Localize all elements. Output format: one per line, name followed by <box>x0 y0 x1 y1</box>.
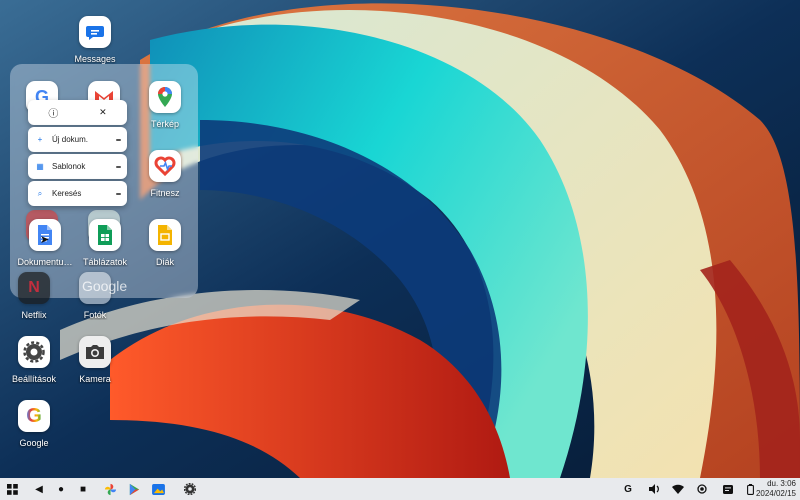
google-label: Google <box>19 438 49 448</box>
messages-label: Messages <box>74 54 116 64</box>
mouse-cursor-icon: ➤ <box>40 234 50 246</box>
settings-app[interactable]: Beállítások <box>2 336 66 384</box>
sheets-label: Táblázatok <box>82 257 128 267</box>
settings-icon <box>18 336 50 368</box>
photos-taskbar-icon[interactable] <box>102 478 118 500</box>
location-icon[interactable] <box>694 478 710 500</box>
docs-app[interactable]: Dokumentu… ➤ <box>13 219 77 267</box>
camera-icon <box>79 336 111 368</box>
drag-handle-icon[interactable] <box>116 165 121 168</box>
fit-app[interactable]: Fitnesz <box>133 150 197 198</box>
photos-icon <box>79 272 111 304</box>
context-menu-item-new-doc[interactable]: + Új dokum. <box>28 127 127 152</box>
netflix-app[interactable]: N Netflix <box>2 272 66 320</box>
drag-handle-icon[interactable] <box>116 138 121 141</box>
drag-handle-icon[interactable] <box>116 192 121 195</box>
camera-app[interactable]: Kamera <box>63 336 127 384</box>
play-store-icon[interactable] <box>126 478 142 500</box>
sheets-app[interactable]: Táblázatok <box>73 219 137 267</box>
netflix-icon: N <box>18 272 50 304</box>
settings-taskbar-icon[interactable] <box>182 478 198 500</box>
google-search-icon[interactable]: G <box>620 478 636 500</box>
clock-date: 2024/02/15 <box>755 489 796 498</box>
launcher-icon[interactable] <box>4 478 20 500</box>
context-menu-item-label: Sablonok <box>52 162 86 171</box>
context-menu-item-templates[interactable]: ▦ Sablonok <box>28 154 127 179</box>
maps-app[interactable]: Térkép <box>133 81 197 129</box>
taskbar: ◀ ● ■ G du. 3:06 2024/02/15 <box>0 478 800 500</box>
google-icon: G <box>18 400 50 432</box>
context-menu-item-label: Új dokum. <box>52 135 89 144</box>
search-icon: ⌕ <box>37 188 43 198</box>
volume-icon[interactable] <box>646 478 662 500</box>
netflix-label: Netflix <box>21 310 47 320</box>
slides-label: Diák <box>155 257 174 267</box>
photos-label: Fotók <box>83 310 107 320</box>
maps-label: Térkép <box>150 119 179 129</box>
fit-icon <box>149 150 181 182</box>
docs-label: Dokumentu… <box>17 257 73 267</box>
context-menu-header: ⓘ ✕ <box>28 100 127 125</box>
home-icon[interactable]: ● <box>54 478 68 500</box>
settings-label: Beállítások <box>11 374 57 384</box>
grid-icon: ▦ <box>36 162 44 171</box>
sheets-icon <box>89 219 121 251</box>
slides-icon <box>149 219 181 251</box>
maps-icon <box>149 81 181 113</box>
gallery-icon[interactable] <box>150 478 166 500</box>
context-menu-item-label: Keresés <box>52 189 82 198</box>
messages-app[interactable]: Messages <box>63 16 127 64</box>
recents-icon[interactable]: ■ <box>76 478 90 500</box>
clock[interactable]: du. 3:06 2024/02/15 <box>756 479 796 499</box>
wifi-icon[interactable] <box>670 478 686 500</box>
fit-label: Fitnesz <box>150 188 180 198</box>
plus-icon: + <box>37 135 43 144</box>
info-icon[interactable]: ⓘ <box>48 105 58 120</box>
photos-app[interactable]: Fotók <box>63 272 127 320</box>
back-icon[interactable]: ◀ <box>32 478 46 500</box>
close-icon[interactable]: ✕ <box>99 107 107 118</box>
camera-label: Kamera <box>79 374 111 384</box>
notification-icon[interactable] <box>720 478 736 500</box>
slides-app[interactable]: Diák <box>133 219 197 267</box>
google-app[interactable]: G Google <box>2 400 66 448</box>
messages-icon <box>79 16 111 48</box>
context-menu-item-search[interactable]: ⌕ Keresés <box>28 181 127 206</box>
clock-time: du. 3:06 <box>767 479 796 488</box>
